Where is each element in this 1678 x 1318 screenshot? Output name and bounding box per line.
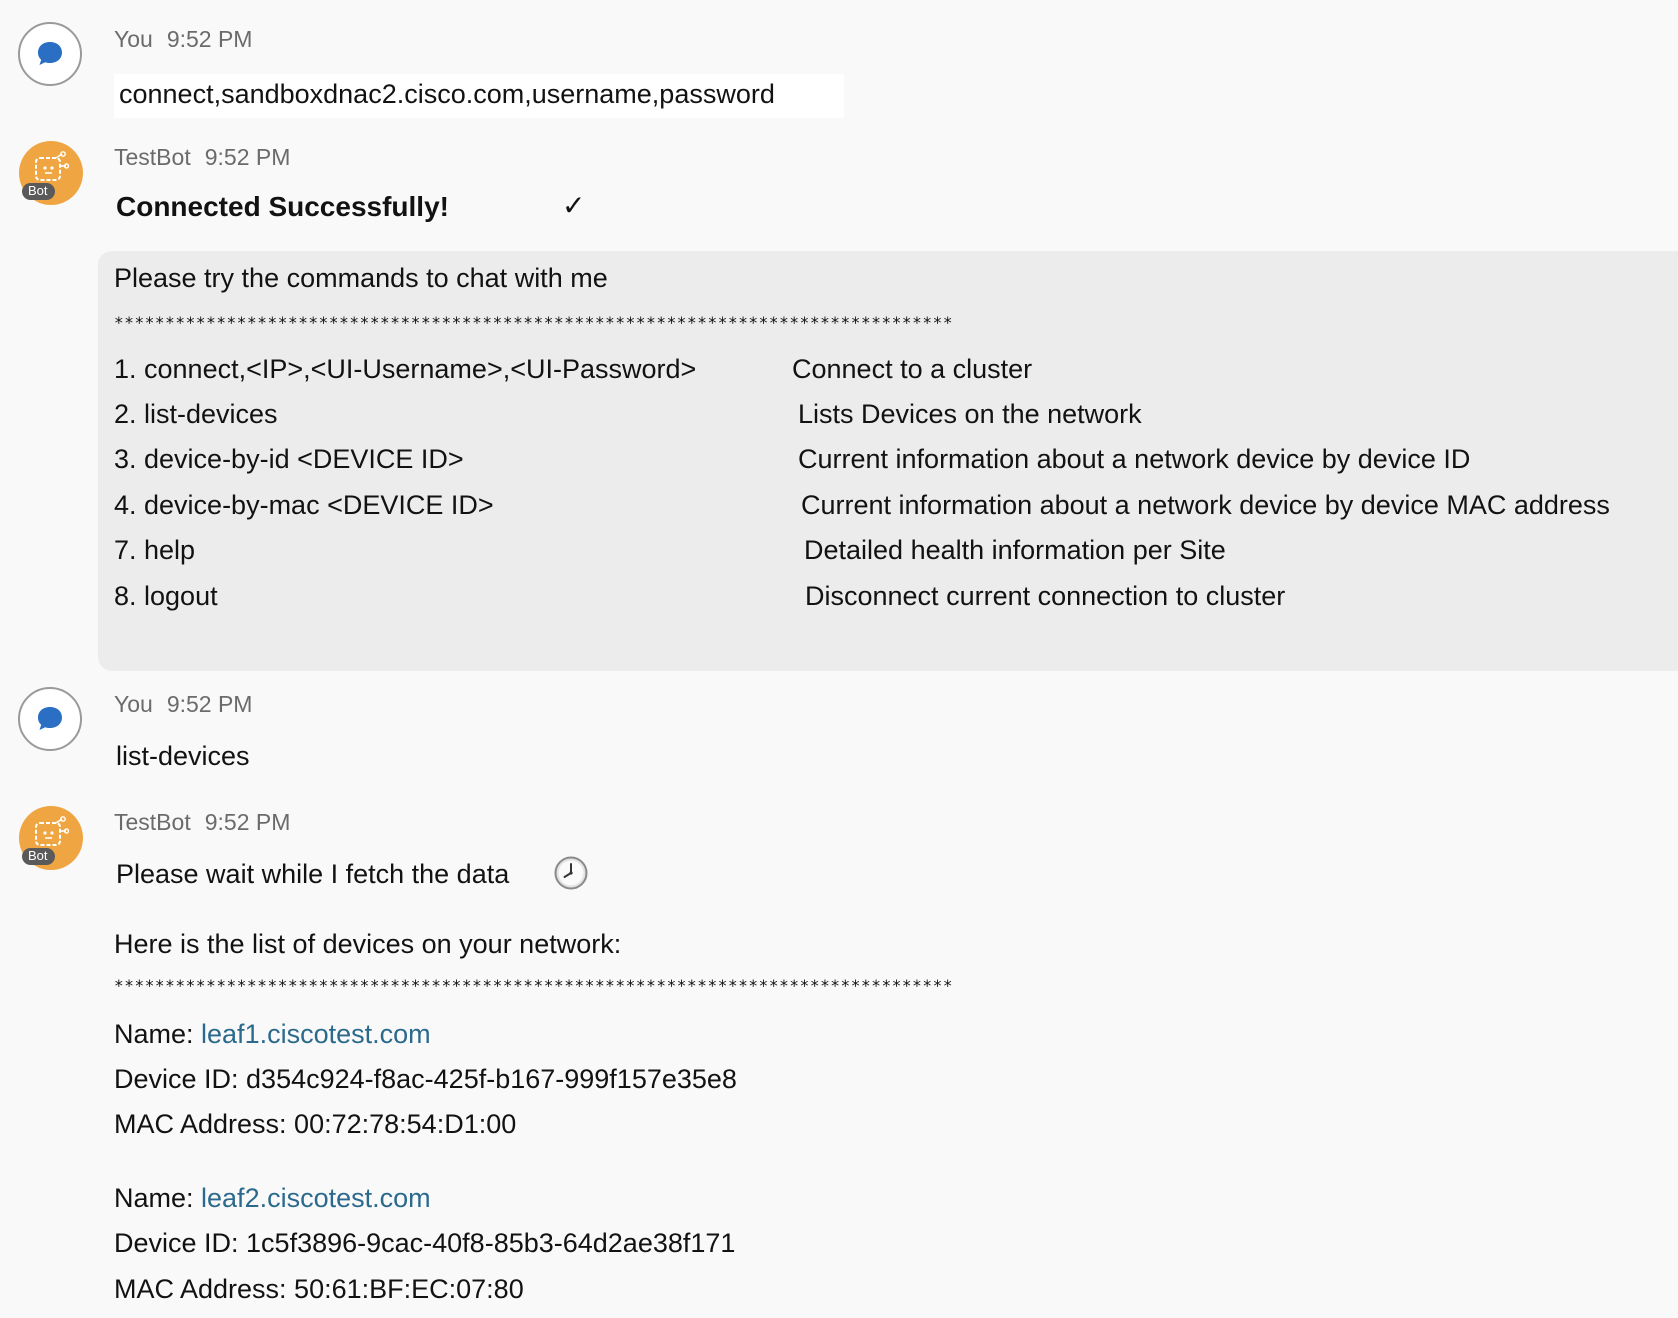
device-id: Device ID: d354c924-f8ac-425f-b167-999f1… xyxy=(114,1064,737,1094)
message-header: TestBot 9:52 PM xyxy=(114,809,290,836)
bot-badge: Bot xyxy=(22,848,55,865)
check-icon: ✓ xyxy=(562,189,586,222)
bot-icon xyxy=(35,816,69,846)
command-description: Current information about a network devi… xyxy=(801,490,1610,520)
device-name-link[interactable]: leaf1.ciscotest.com xyxy=(201,1019,431,1049)
chat-bubble-icon xyxy=(38,707,62,730)
message-header: You 9:52 PM xyxy=(114,26,252,53)
command-name: 1. connect,<IP>,<UI-Username>,<UI-Passwo… xyxy=(114,354,697,384)
bot-avatar[interactable]: Bot xyxy=(19,806,83,870)
sender-name: You xyxy=(114,26,153,52)
device-name-link[interactable]: leaf2.ciscotest.com xyxy=(201,1183,431,1213)
bot-avatar[interactable]: Bot xyxy=(19,141,83,205)
command-description: Detailed health information per Site xyxy=(804,535,1226,565)
command-name: 7. help xyxy=(114,535,196,565)
separator-line: ****************************************… xyxy=(114,976,954,995)
bot-icon xyxy=(35,151,69,181)
user-avatar[interactable] xyxy=(18,687,82,751)
clock-icon xyxy=(554,856,588,890)
wait-message: Please wait while I fetch the data xyxy=(116,859,510,889)
timestamp: 9:52 PM xyxy=(204,144,291,170)
device-id: Device ID: 1c5f3896-9cac-40f8-85b3-64d2a… xyxy=(114,1228,736,1258)
device-name-row: Name: leaf1.ciscotest.com xyxy=(114,1019,431,1050)
device-list-intro: Here is the list of devices on your netw… xyxy=(114,929,622,959)
device-mac: MAC Address: 00:72:78:54:D1:00 xyxy=(114,1109,517,1139)
timestamp: 9:52 PM xyxy=(204,809,291,835)
command-name: 2. list-devices xyxy=(114,399,278,429)
message-header: TestBot 9:52 PM xyxy=(114,144,290,171)
commands-intro: Please try the commands to chat with me xyxy=(114,263,608,293)
user-message-text: connect,sandboxdnac2.cisco.com,username,… xyxy=(119,79,775,109)
message-header: You 9:52 PM xyxy=(114,691,252,718)
bot-badge: Bot xyxy=(22,183,55,200)
user-avatar[interactable] xyxy=(18,22,82,86)
timestamp: 9:52 PM xyxy=(166,691,253,717)
sender-name: You xyxy=(114,691,153,717)
sender-name: TestBot xyxy=(114,144,191,170)
separator-line: ****************************************… xyxy=(114,313,954,332)
device-name-row: Name: leaf2.ciscotest.com xyxy=(114,1183,431,1214)
sender-name: TestBot xyxy=(114,809,191,835)
command-description: Connect to a cluster xyxy=(792,354,1033,384)
device-name-label: Name: xyxy=(114,1019,202,1049)
command-description: Current information about a network devi… xyxy=(798,444,1471,474)
command-description: Disconnect current connection to cluster xyxy=(805,581,1286,611)
user-message-text: list-devices xyxy=(116,741,250,771)
device-name-label: Name: xyxy=(114,1183,202,1213)
success-text: Connected Successfully! xyxy=(116,191,449,222)
command-description: Lists Devices on the network xyxy=(798,399,1142,429)
command-name: 3. device-by-id <DEVICE ID> xyxy=(114,444,464,474)
command-name: 4. device-by-mac <DEVICE ID> xyxy=(114,490,494,520)
timestamp: 9:52 PM xyxy=(166,26,253,52)
command-name: 8. logout xyxy=(114,581,218,611)
device-mac: MAC Address: 50:61:BF:EC:07:80 xyxy=(114,1274,524,1304)
chat-bubble-icon xyxy=(38,42,62,65)
